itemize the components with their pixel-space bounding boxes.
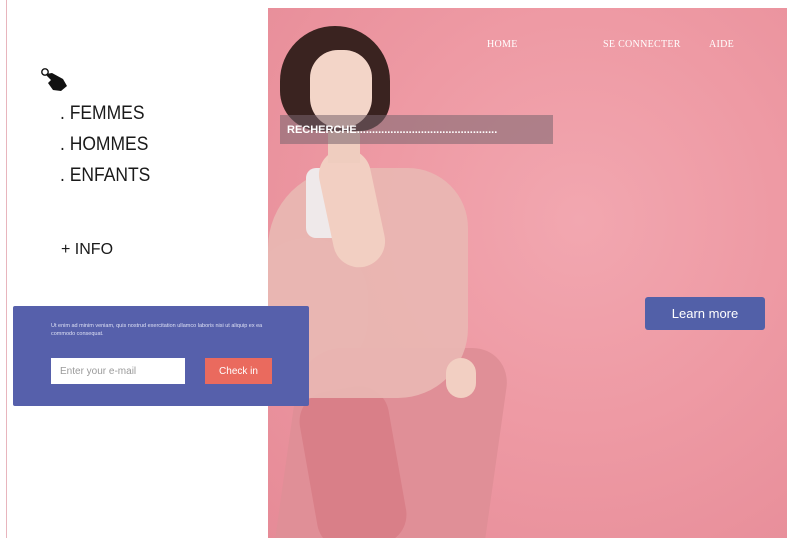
- newsletter-text: Ut enim ad minim veniam, quis nostrud ex…: [51, 323, 263, 337]
- newsletter-panel: Ut enim ad minim veniam, quis nostrud ex…: [13, 306, 309, 406]
- hero-image: [268, 8, 787, 538]
- email-input[interactable]: [51, 358, 185, 384]
- learn-more-button[interactable]: Learn more: [645, 297, 765, 330]
- check-in-button[interactable]: Check in: [205, 358, 272, 384]
- category-menu: . FEMMES . HOMMES . ENFANTS: [60, 98, 158, 191]
- nav-login-link[interactable]: SE CONNECTER: [603, 39, 681, 50]
- hand-pointer-icon: [41, 68, 67, 91]
- search-label: RECHERCHE: [287, 123, 357, 136]
- info-link[interactable]: + INFO: [61, 241, 113, 259]
- search-input-dots: ........................................…: [356, 123, 498, 136]
- nav-help-link[interactable]: AIDE: [709, 39, 734, 50]
- left-divider: [6, 0, 7, 538]
- menu-item-enfants[interactable]: . ENFANTS: [60, 160, 150, 191]
- menu-item-femmes[interactable]: . FEMMES: [60, 98, 150, 129]
- nav-home-link[interactable]: HOME: [487, 39, 518, 50]
- menu-item-hommes[interactable]: . HOMMES: [60, 129, 150, 160]
- search-bar[interactable]: RECHERCHE ..............................…: [280, 115, 553, 144]
- model-figure-hand: [446, 358, 476, 398]
